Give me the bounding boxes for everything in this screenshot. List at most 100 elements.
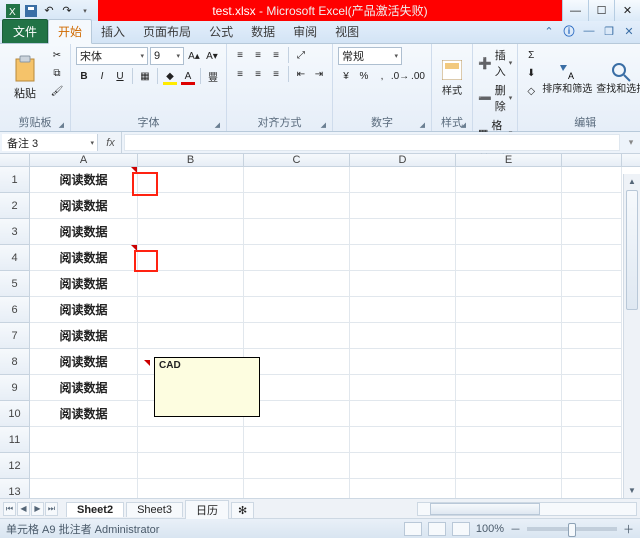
cell-A2[interactable]: 阅读数据 xyxy=(30,193,138,219)
cell-F2[interactable] xyxy=(562,193,622,219)
indent-decrease-icon[interactable]: ⇤ xyxy=(293,66,309,82)
row-header[interactable]: 2 xyxy=(0,193,30,219)
grow-font-icon[interactable]: A▴ xyxy=(186,48,202,64)
align-bottom-icon[interactable]: ≡ xyxy=(268,47,284,63)
view-normal-icon[interactable] xyxy=(404,522,422,536)
cell-E12[interactable] xyxy=(456,453,562,479)
row-header[interactable]: 8 xyxy=(0,349,30,375)
col-header-C[interactable]: C xyxy=(244,154,350,166)
cell-D4[interactable] xyxy=(350,245,456,271)
sheet-tab-calendar[interactable]: 日历 xyxy=(185,500,229,519)
percent-icon[interactable]: % xyxy=(356,68,372,84)
tab-view[interactable]: 视图 xyxy=(326,20,368,43)
number-format-combo[interactable]: 常规▾ xyxy=(338,47,402,65)
cell-D2[interactable] xyxy=(350,193,456,219)
cell-D5[interactable] xyxy=(350,271,456,297)
cell-E9[interactable] xyxy=(456,375,562,401)
sheet-tab-sheet2[interactable]: Sheet2 xyxy=(66,502,124,517)
tab-formulas[interactable]: 公式 xyxy=(200,20,242,43)
cell-B12[interactable] xyxy=(138,453,244,479)
cell-F10[interactable] xyxy=(562,401,622,427)
undo-icon[interactable]: ↶ xyxy=(42,4,56,18)
find-select-button[interactable]: 查找和选择 xyxy=(595,47,640,109)
tab-data[interactable]: 数据 xyxy=(242,20,284,43)
cell-D12[interactable] xyxy=(350,453,456,479)
align-top-icon[interactable]: ≡ xyxy=(232,47,248,63)
cell-A10[interactable]: 阅读数据 xyxy=(30,401,138,427)
sheet-nav-last-icon[interactable]: ⏭ xyxy=(45,502,58,516)
currency-icon[interactable]: ¥ xyxy=(338,68,354,84)
cell-D6[interactable] xyxy=(350,297,456,323)
cell-E13[interactable] xyxy=(456,479,562,498)
cell-F6[interactable] xyxy=(562,297,622,323)
cell-C3[interactable] xyxy=(244,219,350,245)
autosum-icon[interactable]: Σ xyxy=(523,47,539,63)
sheet-nav-next-icon[interactable]: ▶ xyxy=(31,502,44,516)
col-header-A[interactable]: A xyxy=(30,154,138,166)
increase-decimal-icon[interactable]: .0→ xyxy=(392,68,408,84)
cell-B7[interactable] xyxy=(138,323,244,349)
comma-icon[interactable]: , xyxy=(374,68,390,84)
cell-A1[interactable]: 阅读数据 xyxy=(30,167,138,193)
minimize-button[interactable]: — xyxy=(562,0,588,21)
bold-button[interactable]: B xyxy=(76,68,92,84)
tab-file[interactable]: 文件 xyxy=(2,19,48,43)
view-pagelayout-icon[interactable] xyxy=(428,522,446,536)
cell-B13[interactable] xyxy=(138,479,244,498)
cell-B11[interactable] xyxy=(138,427,244,453)
cell-F4[interactable] xyxy=(562,245,622,271)
cell-F13[interactable] xyxy=(562,479,622,498)
cell-A8[interactable]: 阅读数据 xyxy=(30,349,138,375)
workbook-restore-icon[interactable]: ❐ xyxy=(602,24,616,38)
cell-F8[interactable] xyxy=(562,349,622,375)
fx-button[interactable]: fx xyxy=(100,132,122,153)
cell-C1[interactable] xyxy=(244,167,350,193)
zoom-out-icon[interactable]: － xyxy=(510,521,521,537)
zoom-slider[interactable] xyxy=(527,527,617,531)
border-icon[interactable]: ▦ xyxy=(137,68,153,84)
sheet-nav-first-icon[interactable]: ⏮ xyxy=(3,502,16,516)
scroll-up-icon[interactable]: ▲ xyxy=(624,174,640,189)
fill-color-icon[interactable]: ◆ xyxy=(162,68,178,84)
workbook-close-icon[interactable]: ✕ xyxy=(622,24,636,38)
shrink-font-icon[interactable]: A▾ xyxy=(204,48,220,64)
cell-D3[interactable] xyxy=(350,219,456,245)
phonetic-icon[interactable]: 豐 xyxy=(205,68,221,84)
cell-E1[interactable] xyxy=(456,167,562,193)
cell-B3[interactable] xyxy=(138,219,244,245)
formula-input[interactable] xyxy=(124,134,620,151)
cell-D9[interactable] xyxy=(350,375,456,401)
cell-A7[interactable]: 阅读数据 xyxy=(30,323,138,349)
cell-B4[interactable] xyxy=(138,245,244,271)
cell-F9[interactable] xyxy=(562,375,622,401)
maximize-button[interactable]: ☐ xyxy=(588,0,614,21)
cell-C2[interactable] xyxy=(244,193,350,219)
cell-D8[interactable] xyxy=(350,349,456,375)
cell-A11[interactable] xyxy=(30,427,138,453)
cell-D7[interactable] xyxy=(350,323,456,349)
cell-F5[interactable] xyxy=(562,271,622,297)
cell-A12[interactable] xyxy=(30,453,138,479)
scroll-down-icon[interactable]: ▼ xyxy=(624,483,640,498)
cell-F1[interactable] xyxy=(562,167,622,193)
sheet-nav-prev-icon[interactable]: ◀ xyxy=(17,502,30,516)
row-header[interactable]: 13 xyxy=(0,479,30,498)
new-sheet-button[interactable]: ✻ xyxy=(231,502,254,518)
cell-E3[interactable] xyxy=(456,219,562,245)
cell-C13[interactable] xyxy=(244,479,350,498)
cell-A3[interactable]: 阅读数据 xyxy=(30,219,138,245)
cell-A9[interactable]: 阅读数据 xyxy=(30,375,138,401)
cell-F11[interactable] xyxy=(562,427,622,453)
row-header[interactable]: 7 xyxy=(0,323,30,349)
name-box[interactable]: 备注 3 ▾ xyxy=(2,134,98,151)
cell-F7[interactable] xyxy=(562,323,622,349)
cell-D13[interactable] xyxy=(350,479,456,498)
tab-insert[interactable]: 插入 xyxy=(92,20,134,43)
cell-D11[interactable] xyxy=(350,427,456,453)
align-right-icon[interactable]: ≡ xyxy=(268,66,284,82)
cell-A6[interactable]: 阅读数据 xyxy=(30,297,138,323)
row-header[interactable]: 6 xyxy=(0,297,30,323)
cell-A5[interactable]: 阅读数据 xyxy=(30,271,138,297)
underline-button[interactable]: U xyxy=(112,68,128,84)
font-size-combo[interactable]: 9▾ xyxy=(150,47,184,65)
